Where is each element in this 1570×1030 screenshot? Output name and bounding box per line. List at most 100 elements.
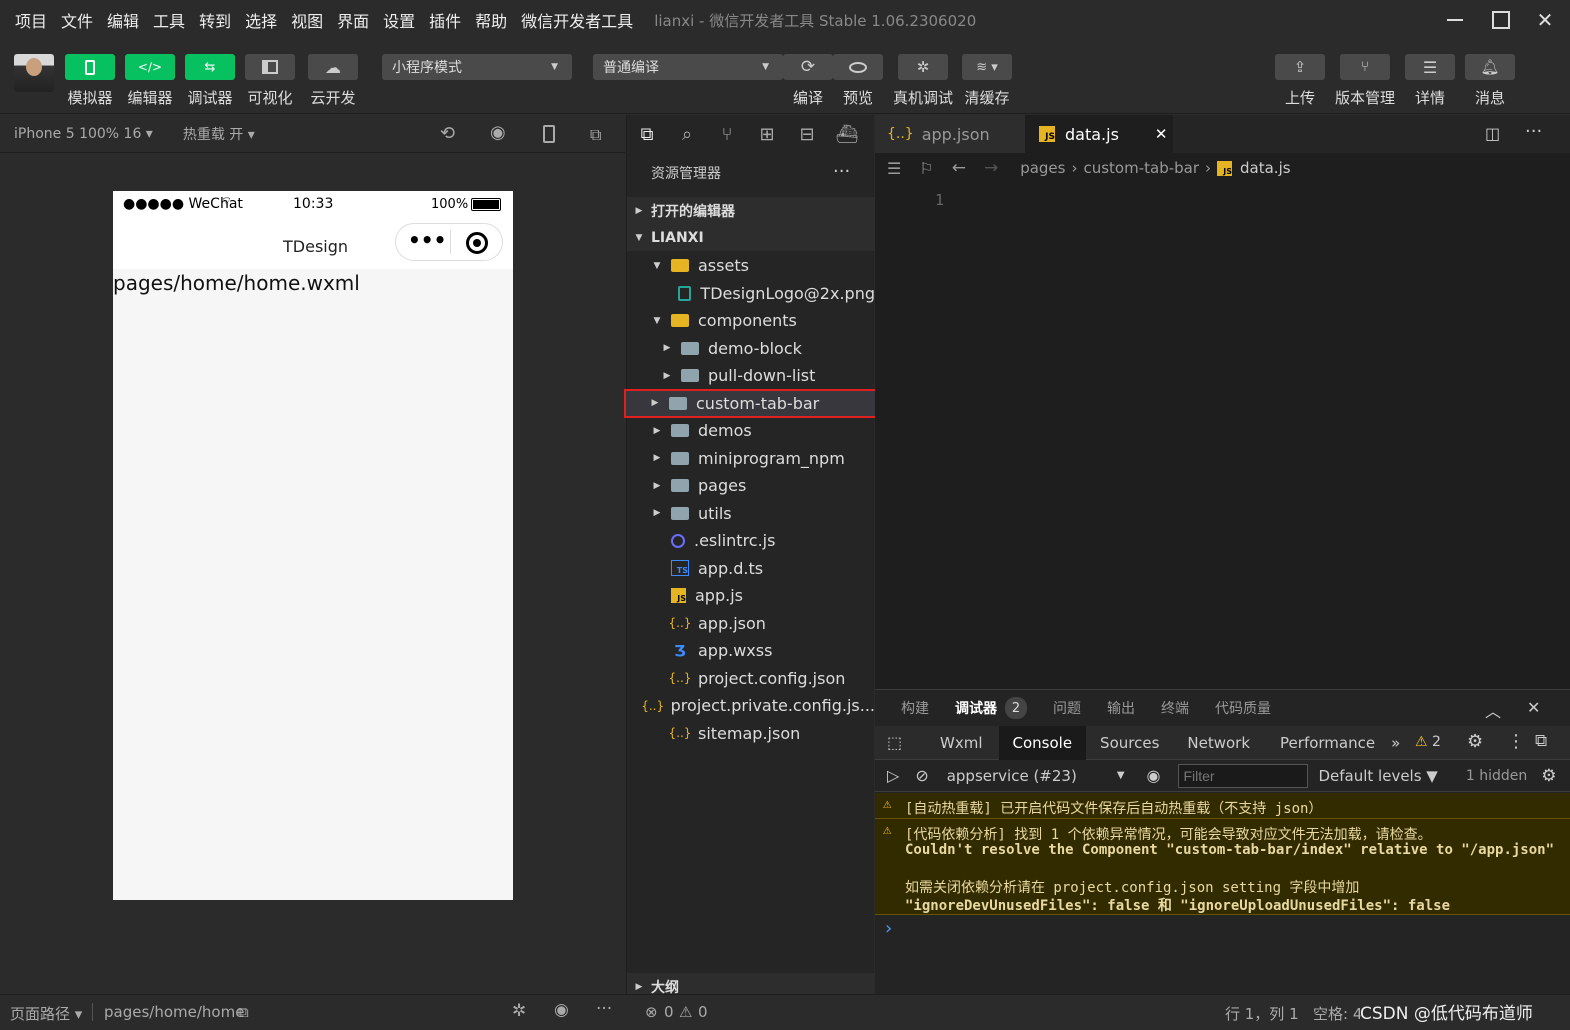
tree-item[interactable]: .eslintrc.js [627, 527, 875, 554]
tab-output[interactable]: 输出 [1107, 698, 1135, 718]
device-select[interactable]: iPhone 5 100% 16 ▾ [14, 126, 153, 142]
tree-item[interactable]: ▶ miniprogram_npm [627, 445, 875, 472]
docker-icon[interactable]: ⛴ [827, 124, 867, 145]
rotate-icon[interactable]: ⟲ [440, 123, 455, 144]
maximize-button[interactable] [1478, 0, 1524, 40]
menu-item-select[interactable]: 选择 [238, 8, 284, 32]
gear-icon[interactable]: ⚙ [1467, 731, 1483, 752]
levels-select[interactable]: Default levels ▼ [1318, 767, 1437, 785]
menu-item-interface[interactable]: 界面 [330, 8, 376, 32]
menu-item-project[interactable]: 项目 [8, 8, 54, 32]
forward-arrow-icon[interactable]: → [984, 158, 998, 178]
tab-problems[interactable]: 问题 [1053, 698, 1081, 718]
messages-button[interactable]: 🔔︎ [1465, 54, 1515, 80]
avatar[interactable] [14, 54, 54, 92]
context-select[interactable]: appservice (#23) [947, 767, 1077, 785]
hot-reload-toggle[interactable]: 热重载 开 ▾ [183, 124, 255, 144]
copy-icon[interactable]: ⧉ [238, 1003, 249, 1021]
tree-item-custom-tab-bar[interactable]: ▶ custom-tab-bar [624, 388, 878, 418]
compile-button[interactable]: ⟳ [783, 54, 833, 80]
more-actions-icon[interactable]: ··· [1525, 121, 1542, 142]
warning-icon[interactable]: ⚠ [679, 1003, 692, 1021]
close-window-button[interactable]: ✕ [1522, 0, 1568, 40]
menu-item-settings[interactable]: 设置 [376, 8, 422, 32]
tab-data-js[interactable]: JS data.js ✕ [1025, 115, 1173, 153]
open-editors-section[interactable]: ▶ 打开的编辑器 [627, 197, 875, 224]
menu-item-edit[interactable]: 编辑 [100, 8, 146, 32]
tree-item[interactable]: {..} sitemap.json [627, 720, 875, 747]
minimize-button[interactable] [1432, 0, 1478, 40]
bookmark-icon[interactable]: ⚐ [919, 159, 933, 178]
gear-icon[interactable]: ⚙ [1541, 766, 1556, 786]
simulator-button[interactable] [65, 54, 115, 80]
tab-code-quality[interactable]: 代码质量 [1215, 698, 1271, 718]
eye-icon[interactable]: ◉ [554, 1000, 569, 1020]
tree-item[interactable]: JS app.js [627, 582, 875, 609]
dock-icon[interactable]: ⧉ [1535, 731, 1547, 751]
version-button[interactable]: ⑂ [1340, 54, 1390, 80]
clear-console-icon[interactable]: ⊘ [915, 766, 928, 785]
compile-mode-select[interactable]: 普通编译 ▼ [593, 54, 783, 80]
clear-cache-button[interactable]: ≋ ▾ [962, 54, 1012, 80]
menu-item-file[interactable]: 文件 [54, 8, 100, 32]
tree-item[interactable]: TS app.d.ts [627, 555, 875, 582]
tab-network[interactable]: Network [1187, 734, 1250, 752]
more-icon[interactable]: ••• [408, 228, 446, 252]
tree-item[interactable]: {..} project.private.config.js... [627, 692, 875, 719]
error-icon[interactable]: ⊗ [645, 1003, 658, 1021]
inspect-element-icon[interactable]: ⬚ [887, 733, 907, 752]
tree-item[interactable]: ▼ assets [627, 252, 875, 279]
tree-item[interactable]: Ʒapp.wxss [627, 637, 875, 664]
filter-input[interactable] [1178, 763, 1309, 788]
tab-build[interactable]: 构建 [901, 698, 929, 718]
files-icon[interactable]: ⧉ [627, 124, 667, 145]
tree-item[interactable]: ▼ components [627, 307, 875, 334]
more-actions-icon[interactable]: ··· [833, 161, 850, 182]
extensions-icon[interactable]: ⊞ [747, 124, 787, 145]
detach-window-icon[interactable]: ⧉ [590, 125, 601, 145]
tab-terminal[interactable]: 终端 [1161, 698, 1189, 718]
preview-button[interactable] [833, 54, 883, 80]
breadcrumb-item[interactable]: pages [1020, 159, 1065, 177]
phone-simulator[interactable]: ●●●●● WeChat ⌔ 10:33 100% TDesign ••• pa… [113, 191, 513, 900]
tree-item[interactable]: ▶ demo-block [627, 335, 875, 362]
cursor-position[interactable]: 行 1，列 1 [1225, 1003, 1299, 1024]
menu-item-help[interactable]: 帮助 [468, 8, 514, 32]
tab-app-json[interactable]: {..} app.json [875, 115, 1025, 153]
back-arrow-icon[interactable]: ← [952, 158, 966, 178]
sidebar-toggle-icon[interactable]: ▷ [887, 766, 899, 785]
list-icon[interactable]: ☰ [887, 159, 901, 178]
menu-item-tools[interactable]: 工具 [146, 8, 192, 32]
console-prompt[interactable]: › [885, 918, 892, 939]
cloud-button[interactable]: ☁ [308, 54, 358, 80]
details-button[interactable]: ☰ [1405, 54, 1455, 80]
tree-item[interactable]: ▶ utils [627, 500, 875, 527]
tree-item[interactable]: {..} app.json [627, 610, 875, 637]
bug-icon[interactable]: ✲ [512, 1001, 526, 1021]
tree-item[interactable]: {..} project.config.json [627, 665, 875, 692]
upload-button[interactable]: ⇪ [1275, 54, 1325, 80]
project-section[interactable]: ▼ LIANXI [627, 224, 875, 251]
tree-item[interactable]: ▶ pages [627, 472, 875, 499]
search-icon[interactable]: ⌕ [667, 124, 707, 145]
tab-debugger[interactable]: 调试器 [955, 698, 997, 718]
phone-mode-icon[interactable] [543, 125, 555, 143]
mode-select[interactable]: 小程序模式 ▼ [382, 54, 572, 80]
menu-item-goto[interactable]: 转到 [192, 8, 238, 32]
real-debug-button[interactable]: ✲ [898, 54, 948, 80]
split-editor-icon[interactable]: ◫ [1485, 124, 1500, 143]
breadcrumb-item[interactable]: data.js [1240, 159, 1291, 177]
visual-button[interactable] [245, 54, 295, 80]
menu-item-devtools[interactable]: 微信开发者工具 [514, 8, 640, 32]
tab-performance[interactable]: Performance [1280, 734, 1375, 752]
eye-icon[interactable]: ◉ [1147, 766, 1161, 785]
source-control-icon[interactable]: ⑂ [707, 124, 747, 145]
menu-item-view[interactable]: 视图 [284, 8, 330, 32]
menu-item-plugins[interactable]: 插件 [422, 8, 468, 32]
tab-wxml[interactable]: Wxml [940, 734, 983, 752]
tree-item[interactable]: ▶ pull-down-list [627, 362, 875, 389]
tab-sources[interactable]: Sources [1100, 734, 1159, 752]
close-panel-icon[interactable]: ✕ [1527, 698, 1540, 717]
breadcrumb-item[interactable]: custom-tab-bar [1083, 159, 1199, 177]
tab-console[interactable]: Console [998, 725, 1087, 760]
